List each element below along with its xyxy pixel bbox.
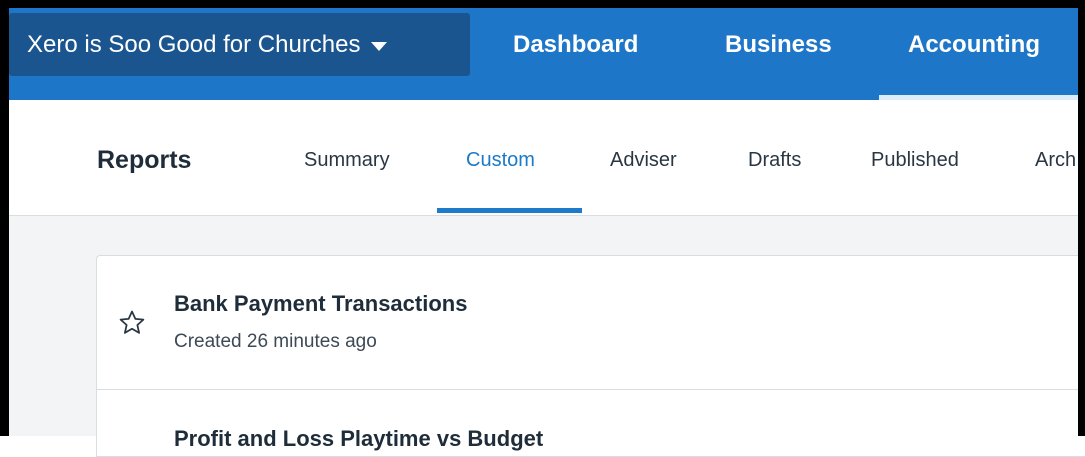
tab-custom[interactable]: Custom <box>466 149 535 172</box>
tab-summary[interactable]: Summary <box>304 149 390 172</box>
caret-down-icon <box>370 41 387 51</box>
tab-archived[interactable]: Arch <box>1035 149 1076 172</box>
organisation-switcher[interactable]: Xero is Soo Good for Churches <box>9 13 470 76</box>
report-title[interactable]: Bank Payment Transactions <box>174 291 467 317</box>
list-item[interactable]: Bank Payment Transactions Created 26 min… <box>97 256 1085 389</box>
reports-list-card: Bank Payment Transactions Created 26 min… <box>96 255 1085 457</box>
nav-business[interactable]: Business <box>725 13 832 76</box>
divider <box>97 389 1085 390</box>
top-navigation-bar: Xero is Soo Good for Churches Dashboard … <box>0 0 1085 100</box>
tab-drafts[interactable]: Drafts <box>748 149 801 172</box>
nav-dashboard[interactable]: Dashboard <box>513 13 638 76</box>
star-outline-icon[interactable] <box>117 308 147 338</box>
nav-accounting-label: Accounting <box>908 30 1040 58</box>
nav-accounting[interactable]: Accounting <box>908 13 1040 76</box>
tab-published[interactable]: Published <box>871 149 959 172</box>
organisation-name: Xero is Soo Good for Churches <box>27 30 361 58</box>
tab-adviser[interactable]: Adviser <box>610 149 677 172</box>
active-tab-indicator <box>437 208 582 213</box>
report-created-time: Created 26 minutes ago <box>174 331 377 352</box>
page-title: Reports <box>97 146 192 174</box>
report-title[interactable]: Profit and Loss Playtime vs Budget <box>174 426 543 452</box>
reports-subnav: Reports Summary Custom Adviser Drafts Pu… <box>9 100 1085 216</box>
